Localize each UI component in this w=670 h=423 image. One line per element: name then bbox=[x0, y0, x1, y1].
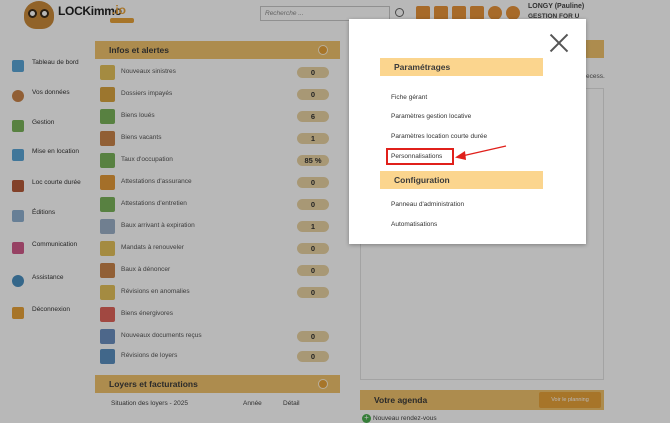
section-configuration: Configuration bbox=[380, 171, 543, 189]
link-parametres-gestion-locative[interactable]: Paramètres gestion locative bbox=[391, 113, 471, 120]
section-parametrages: Paramétrages bbox=[380, 58, 543, 76]
link-panneau-administration[interactable]: Panneau d'administration bbox=[391, 201, 464, 208]
highlight-box bbox=[386, 148, 454, 165]
link-automatisations[interactable]: Automatisations bbox=[391, 221, 437, 228]
link-fiche-gerant[interactable]: Fiche gérant bbox=[391, 94, 427, 101]
app-root: LOCKimmo .io Recherche ... LONGY (Paulin… bbox=[0, 0, 670, 423]
link-parametres-location-courte-duree[interactable]: Paramètres location courte durée bbox=[391, 133, 487, 140]
close-icon[interactable] bbox=[549, 33, 569, 53]
settings-modal: Paramétrages Fiche gérant Paramètres ges… bbox=[349, 19, 586, 244]
